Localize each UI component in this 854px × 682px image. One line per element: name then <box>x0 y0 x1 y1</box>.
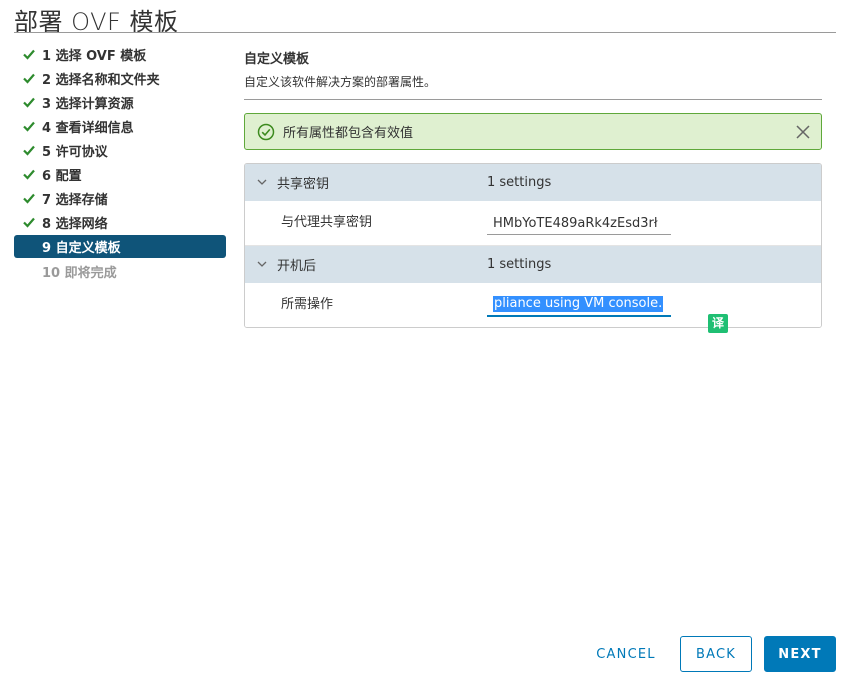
step-5[interactable]: 5 许可协议 <box>14 138 226 162</box>
checkmark-icon <box>23 145 35 156</box>
step-4[interactable]: 4 查看详细信息 <box>14 114 226 138</box>
next-button[interactable]: NEXT <box>764 636 836 672</box>
step-label: 5 许可协议 <box>42 144 108 160</box>
step-label: 2 选择名称和文件夹 <box>42 72 160 88</box>
back-button[interactable]: BACK <box>680 636 752 672</box>
page-description: 自定义该软件解决方案的部署属性。 <box>244 75 437 89</box>
chevron-down-icon <box>257 179 267 185</box>
translate-icon[interactable]: 译 <box>708 314 728 333</box>
page-title: 自定义模板 <box>244 52 310 67</box>
step-label: 3 选择计算资源 <box>42 96 134 112</box>
title-divider <box>14 32 836 33</box>
checkmark-icon <box>23 73 35 84</box>
checkmark-icon <box>23 193 35 204</box>
chevron-down-icon <box>257 261 267 267</box>
success-alert: 所有属性都包含有效值 <box>244 113 822 150</box>
step-2[interactable]: 2 选择名称和文件夹 <box>14 66 226 90</box>
step-9-current[interactable]: 9 自定义模板 <box>14 235 226 258</box>
step-7[interactable]: 7 选择存储 <box>14 186 226 210</box>
shared-key-input[interactable] <box>487 213 671 235</box>
step-content-header: 自定义模板 自定义该软件解决方案的部署属性。 <box>244 48 822 100</box>
step-label: 6 配置 <box>42 168 82 184</box>
group-count: 1 settings <box>487 175 552 190</box>
checkmark-icon <box>23 217 35 228</box>
step-label: 9 自定义模板 <box>42 241 121 256</box>
property-row: 所需操作 pliance using VM console. <box>245 283 821 327</box>
step-10: 10 即将完成 <box>14 259 226 283</box>
group-header-shared-key[interactable]: 共享密钥 1 settings <box>245 164 821 201</box>
selected-text: pliance using VM console. <box>493 296 664 312</box>
step-8[interactable]: 8 选择网络 <box>14 210 226 234</box>
cancel-button[interactable]: CANCEL <box>584 636 668 672</box>
step-6[interactable]: 6 配置 <box>14 162 226 186</box>
step-1[interactable]: 1 选择 OVF 模板 <box>14 42 226 66</box>
checkmark-icon <box>23 121 35 132</box>
check-circle-icon <box>257 123 275 140</box>
group-count: 1 settings <box>487 257 552 272</box>
property-label: 与代理共享密钥 <box>281 215 373 230</box>
checkmark-icon <box>23 49 35 60</box>
property-label: 所需操作 <box>281 297 334 312</box>
step-label: 10 即将完成 <box>42 265 117 281</box>
group-name: 开机后 <box>277 259 317 274</box>
content-divider <box>244 99 822 100</box>
step-label: 1 选择 OVF 模板 <box>42 48 147 64</box>
checkmark-icon <box>23 97 35 108</box>
step-3[interactable]: 3 选择计算资源 <box>14 90 226 114</box>
alert-message: 所有属性都包含有效值 <box>283 126 414 141</box>
group-name: 共享密钥 <box>277 177 330 192</box>
wizard-steps: 1 选择 OVF 模板 2 选择名称和文件夹 3 选择计算资源 4 查看详细信息… <box>14 42 226 283</box>
property-stack: 共享密钥 1 settings 与代理共享密钥 开机后 1 settings 所… <box>244 163 822 328</box>
checkmark-icon <box>23 169 35 180</box>
step-label: 4 查看详细信息 <box>42 120 134 136</box>
group-header-post-boot[interactable]: 开机后 1 settings <box>245 246 821 283</box>
step-label: 8 选择网络 <box>42 216 108 232</box>
property-row: 与代理共享密钥 <box>245 201 821 246</box>
step-label: 7 选择存储 <box>42 192 108 208</box>
close-icon[interactable] <box>795 124 811 140</box>
